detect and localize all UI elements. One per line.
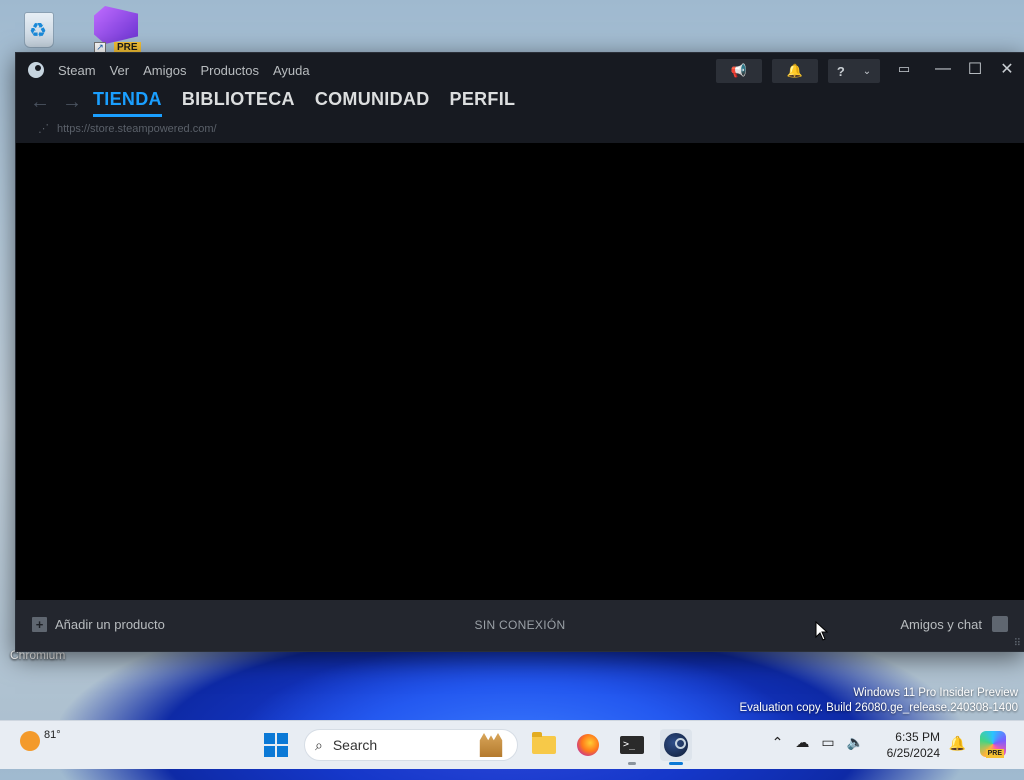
speaker-icon[interactable]: 🔈 (847, 734, 864, 751)
recycle-bin-icon[interactable] (18, 8, 62, 52)
notification-bell-icon[interactable]: 🔔 (949, 735, 966, 752)
windows-watermark: Windows 11 Pro Insider Preview Evaluatio… (739, 686, 1018, 716)
file-explorer-button[interactable] (528, 729, 560, 761)
friends-chat-label: Amigos y chat (900, 616, 982, 632)
weather-temp: 81° (44, 729, 61, 741)
loading-icon: ⋰ (38, 123, 49, 135)
tab-biblioteca[interactable]: BIBLIOTECA (182, 89, 295, 117)
display-icon[interactable]: ▭ (821, 734, 834, 751)
clock-date: 6/25/2024 (886, 746, 940, 760)
weather-widget[interactable]: 81° (20, 729, 61, 751)
monitor-icon: ▭ (897, 61, 911, 76)
terminal-icon: >_ (620, 736, 644, 754)
maximize-icon: ☐ (967, 61, 983, 78)
menu-ayuda[interactable]: Ayuda (273, 63, 310, 78)
menu-amigos[interactable]: Amigos (143, 63, 186, 78)
menu-ver[interactable]: Ver (110, 63, 130, 78)
taskbar-search[interactable]: ⌕ Search (304, 729, 518, 761)
back-arrow-icon[interactable]: ← (30, 91, 50, 114)
watermark-line-1: Windows 11 Pro Insider Preview (853, 687, 1018, 699)
search-icon: ⌕ (315, 736, 323, 753)
tab-comunidad[interactable]: COMUNIDAD (315, 89, 430, 117)
steam-taskbar-button[interactable] (660, 729, 692, 765)
url-bar: ⋰ https://store.steampowered.com/ (38, 122, 217, 136)
bell-icon: 🔔 (786, 63, 804, 78)
steam-logo-icon (28, 62, 44, 78)
active-indicator (669, 762, 683, 765)
steam-tabs: TIENDA BIBLIOTECA COMUNIDAD PERFIL (93, 89, 515, 117)
store-content-area[interactable] (16, 143, 1024, 600)
visual-studio-preview-icon[interactable]: ↗ PRE (92, 4, 141, 54)
resize-grip-icon[interactable]: ⠿ (1014, 639, 1021, 649)
weather-sun-icon (20, 731, 40, 751)
steam-nav-row: ← → TIENDA BIBLIOTECA COMUNIDAD PERFIL (16, 87, 1024, 121)
steam-window: Steam Ver Amigos Productos Ayuda 📢 🔔 ? ⌄… (15, 52, 1024, 652)
search-highlight-landmark-icon (479, 733, 503, 757)
start-button[interactable] (260, 729, 292, 761)
clock[interactable]: 6:35 PM 6/25/2024 (887, 729, 940, 761)
search-placeholder: Search (332, 737, 378, 753)
chevron-down-icon: ⌄ (862, 65, 872, 77)
close-icon: ✕ (1000, 61, 1014, 78)
close-button[interactable]: ✕ (994, 57, 1020, 81)
chevron-up-icon[interactable]: ⌃ (772, 734, 784, 751)
notifications-button[interactable]: 🔔 (772, 59, 818, 83)
steam-menu-bar: Steam Ver Amigos Productos Ayuda (28, 62, 310, 78)
big-picture-button[interactable]: ▭ (891, 57, 917, 81)
menu-productos[interactable]: Productos (200, 63, 259, 78)
steam-footer: + Añadir un producto SIN CONEXIÓN Amigos… (16, 600, 1024, 651)
minimize-button[interactable]: — (930, 57, 956, 81)
tab-tienda[interactable]: TIENDA (93, 89, 162, 117)
help-icon: ? (836, 63, 845, 79)
forward-arrow-icon[interactable]: → (62, 91, 82, 114)
url-text[interactable]: https://store.steampowered.com/ (57, 123, 217, 135)
copilot-pre-badge: PRE (985, 749, 1004, 758)
friends-icon (992, 616, 1008, 632)
watermark-line-2: Evaluation copy. Build 26080.ge_release.… (739, 702, 1018, 714)
terminal-button[interactable]: >_ (616, 729, 648, 765)
onedrive-offline-icon[interactable]: ☁ (795, 734, 809, 751)
clock-time: 6:35 PM (895, 730, 940, 744)
maximize-button[interactable]: ☐ (962, 57, 988, 81)
tab-perfil[interactable]: PERFIL (450, 89, 516, 117)
help-button[interactable]: ? ⌄ (828, 59, 880, 83)
system-tray: ⌃ ☁ ▭ 🔈 (772, 734, 864, 751)
firefox-button[interactable] (572, 729, 604, 761)
firefox-icon (577, 734, 599, 756)
steam-icon (664, 733, 688, 757)
announcements-button[interactable]: 📢 (716, 59, 762, 83)
windows-logo-icon (264, 733, 288, 757)
running-indicator (628, 762, 636, 765)
menu-steam[interactable]: Steam (58, 63, 96, 78)
folder-icon (532, 732, 556, 754)
minimize-icon: — (935, 60, 951, 77)
friends-chat-button[interactable]: Amigos y chat (900, 616, 1008, 632)
steam-titlebar[interactable]: Steam Ver Amigos Productos Ayuda 📢 🔔 ? ⌄… (16, 53, 1024, 87)
connection-status: SIN CONEXIÓN (474, 618, 566, 632)
megaphone-icon: 📢 (730, 63, 748, 78)
taskbar: 81° ⌕ Search >_ ⌃ ☁ ▭ 🔈 6:35 PM 6/25/202… (0, 720, 1024, 769)
